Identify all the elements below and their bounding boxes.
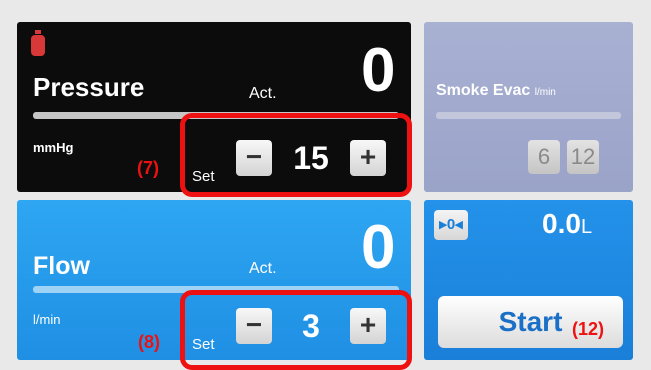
- smoke-evac-label: Smoke Evac: [436, 82, 531, 99]
- flow-callout-label: (8): [138, 332, 160, 352]
- flow-title: Flow: [33, 252, 90, 280]
- pressure-actual-value: 0: [361, 36, 396, 105]
- pressure-act-label: Act.: [249, 85, 277, 102]
- pressure-set-callout: [180, 113, 412, 197]
- smoke-evac-panel: Smoke Evac l/min 6 12: [424, 22, 633, 192]
- volume-value: 0.0: [542, 208, 581, 239]
- pressure-title: Pressure: [33, 72, 145, 102]
- smoke-evac-bar: [436, 112, 621, 119]
- volume-reset-button[interactable]: ▸0◂: [434, 210, 468, 240]
- flow-unit: l/min: [33, 312, 61, 327]
- volume-readout: 0.0L: [542, 208, 592, 240]
- smoke-evac-unit: l/min: [534, 87, 556, 98]
- smoke-evac-preset-6[interactable]: 6: [528, 140, 560, 174]
- flow-actual-value: 0: [361, 213, 396, 282]
- pressure-callout-label: (7): [137, 158, 159, 178]
- smoke-evac-title: Smoke Evac l/min: [436, 82, 556, 100]
- flow-act-label: Act.: [249, 260, 277, 277]
- smoke-evac-preset-12[interactable]: 12: [567, 140, 599, 174]
- start-callout-label: (12): [572, 319, 605, 339]
- gas-bottle-icon: [31, 30, 45, 56]
- volume-unit: L: [580, 216, 593, 238]
- pressure-unit: mmHg: [33, 140, 74, 155]
- flow-set-callout: [180, 290, 412, 370]
